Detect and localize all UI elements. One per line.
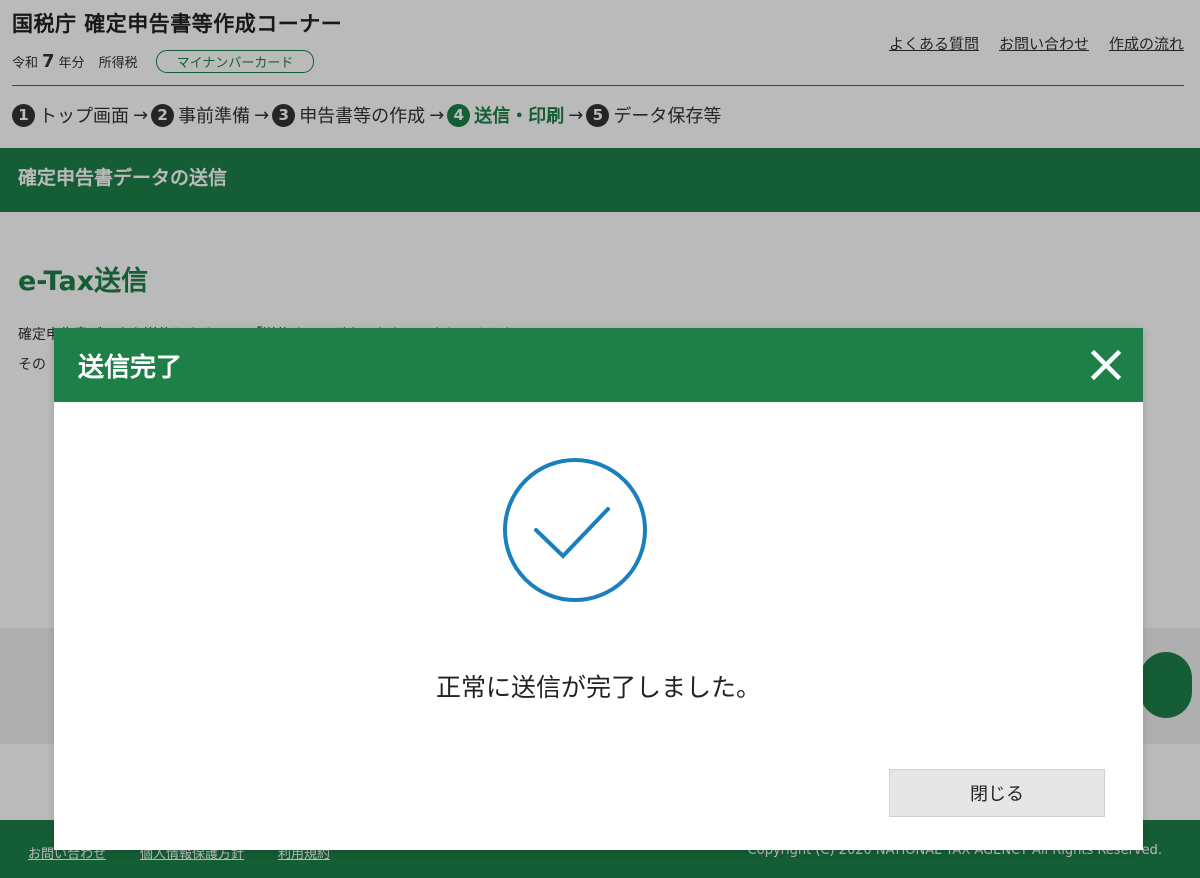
- check-circle-icon: [502, 457, 648, 603]
- close-icon[interactable]: [1087, 346, 1125, 384]
- dialog-header: 送信完了: [54, 328, 1143, 402]
- close-button[interactable]: 閉じる: [889, 769, 1105, 817]
- send-complete-dialog: 送信完了 正常に送信が完了しました。 閉じる: [54, 328, 1143, 850]
- success-message: 正常に送信が完了しました。: [435, 673, 761, 702]
- dialog-title: 送信完了: [78, 353, 183, 383]
